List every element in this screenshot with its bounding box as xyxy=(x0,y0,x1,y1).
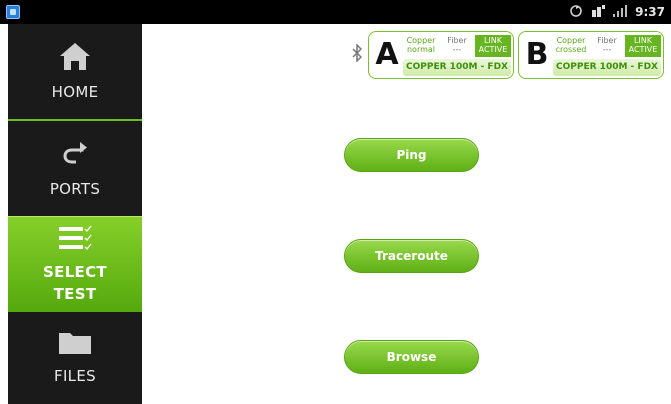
sidebar-item-label: PORTS xyxy=(49,179,101,198)
bluetooth-icon xyxy=(352,42,363,67)
sidebar-item-files[interactable]: FILES xyxy=(8,312,142,404)
data-transfer-icon xyxy=(591,4,606,20)
copper-mode: crossed xyxy=(555,45,587,54)
port-mode-columns: Copper crossed Fiber --- LINK ACTIVE xyxy=(553,35,661,57)
fiber-label: Fiber xyxy=(597,36,617,45)
sidebar-item-label-line1: SELECT xyxy=(43,262,107,281)
home-icon xyxy=(58,41,92,75)
sidebar-item-ports[interactable]: PORTS xyxy=(8,123,142,216)
copper-mode: normal xyxy=(406,45,436,54)
sync-icon xyxy=(569,4,583,21)
sidebar-item-label-line2: TEST xyxy=(53,284,97,303)
copper-label: Copper xyxy=(406,36,436,45)
traceroute-button[interactable]: Traceroute xyxy=(344,239,479,273)
port-letter: A xyxy=(375,37,399,72)
ping-button[interactable]: Ping xyxy=(344,138,479,172)
fiber-status: Fiber --- xyxy=(439,35,475,57)
folder-icon xyxy=(57,329,93,359)
sidebar-item-label: SELECT TEST xyxy=(43,261,107,305)
port-speed: COPPER 100M - FDX xyxy=(553,59,661,76)
copper-status: Copper normal xyxy=(403,35,439,57)
status-icons: 9:37 xyxy=(569,4,665,21)
port-mode-columns: Copper normal Fiber --- LINK ACTIVE xyxy=(403,35,511,57)
fiber-label: Fiber xyxy=(447,36,467,45)
port-b-card[interactable]: B Copper crossed Fiber --- LINK ACTIVE C… xyxy=(518,31,664,79)
port-letter: B xyxy=(525,37,549,72)
app-badge-icon xyxy=(6,5,20,19)
link-state: ACTIVE xyxy=(628,45,658,54)
port-speed: COPPER 100M - FDX xyxy=(403,59,511,76)
signal-bars-icon xyxy=(613,4,628,20)
sidebar-item-select-test[interactable]: SELECT TEST xyxy=(8,216,142,312)
copper-label: Copper xyxy=(556,36,586,45)
sidebar-item-home[interactable]: HOME xyxy=(8,24,142,121)
browse-button[interactable]: Browse xyxy=(344,340,479,374)
link-label: LINK xyxy=(633,36,653,45)
port-status-bar: A Copper normal Fiber --- LINK ACTIVE CO… xyxy=(352,31,664,79)
sidebar-item-label: HOME xyxy=(51,82,99,101)
sidebar-item-label: FILES xyxy=(54,367,96,385)
fiber-mode: --- xyxy=(602,45,612,54)
link-status: LINK ACTIVE xyxy=(625,35,661,57)
link-status: LINK ACTIVE xyxy=(475,35,511,57)
port-a-card[interactable]: A Copper normal Fiber --- LINK ACTIVE CO… xyxy=(368,31,514,79)
fiber-status: Fiber --- xyxy=(589,35,625,57)
status-bar: 9:37 xyxy=(0,0,671,24)
fiber-mode: --- xyxy=(452,45,462,54)
clock: 9:37 xyxy=(635,5,665,19)
ports-icon xyxy=(60,140,90,172)
checklist-icon xyxy=(58,225,92,255)
copper-status: Copper crossed xyxy=(553,35,589,57)
link-label: LINK xyxy=(483,36,503,45)
sidebar: HOME PORTS SELECT TEST FILES xyxy=(8,24,142,404)
link-state: ACTIVE xyxy=(478,45,508,54)
